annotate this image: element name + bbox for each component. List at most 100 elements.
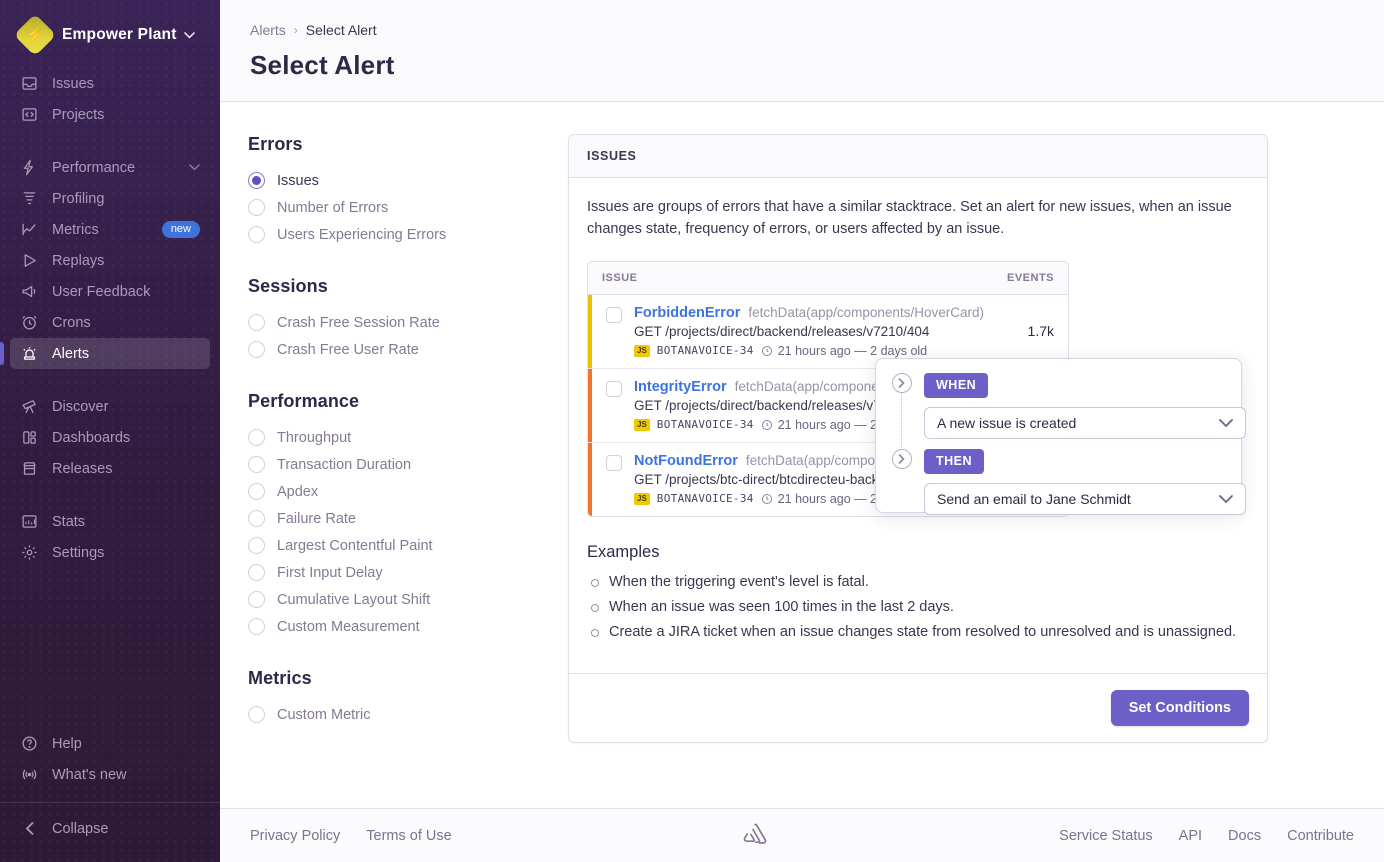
radio-label: Custom Metric bbox=[277, 707, 370, 723]
org-name: Empower Plant bbox=[62, 26, 177, 44]
docs-link[interactable]: Docs bbox=[1228, 828, 1261, 844]
then-action-value: Send an email to Jane Schmidt bbox=[937, 491, 1131, 507]
sentry-org-logo: ⚡ bbox=[14, 14, 56, 56]
sidebar-item-whats-new[interactable]: What's new bbox=[10, 759, 210, 790]
sidebar-item-label: Crons bbox=[52, 315, 91, 331]
content: Errors Issues Number of Errors Users Exp… bbox=[220, 102, 1384, 808]
collapse-button[interactable]: Collapse bbox=[10, 813, 210, 844]
sidebar-item-label: Alerts bbox=[52, 346, 89, 362]
radio-label: Users Experiencing Errors bbox=[277, 227, 446, 243]
sentry-logo-icon bbox=[742, 822, 768, 850]
sidebar-item-issues[interactable]: Issues bbox=[10, 68, 210, 99]
radio-crash-free-session-rate[interactable]: Crash Free Session Rate bbox=[248, 309, 568, 336]
sidebar-item-label: Settings bbox=[52, 545, 104, 561]
radio-custom-metric[interactable]: Custom Metric bbox=[248, 701, 568, 728]
examples-section: Examples When the triggering event's lev… bbox=[587, 543, 1249, 640]
sidebar-item-alerts[interactable]: Alerts bbox=[10, 338, 210, 369]
issue-checkbox[interactable] bbox=[606, 455, 622, 471]
when-condition-value: A new issue is created bbox=[937, 415, 1076, 431]
sidebar-item-performance[interactable]: Performance bbox=[10, 152, 210, 183]
then-badge: THEN bbox=[924, 449, 984, 474]
radio-label: Crash Free Session Rate bbox=[277, 315, 440, 331]
radio-largest-contentful-paint[interactable]: Largest Contentful Paint bbox=[248, 532, 568, 559]
js-platform-icon: JS bbox=[634, 345, 650, 357]
clock-icon bbox=[761, 345, 773, 357]
radio-label: Apdex bbox=[277, 484, 318, 500]
radio-label: Crash Free User Rate bbox=[277, 342, 419, 358]
sidebar-item-dashboards[interactable]: Dashboards bbox=[10, 422, 210, 453]
radio-label: Throughput bbox=[277, 430, 351, 446]
radio-icon bbox=[248, 537, 265, 554]
issue-culprit: fetchData(app/components/HoverCard) bbox=[748, 305, 984, 320]
issue-title-link[interactable]: IntegrityError bbox=[634, 379, 727, 395]
sidebar-item-label: Projects bbox=[52, 107, 104, 123]
sidebar-item-replays[interactable]: Replays bbox=[10, 245, 210, 276]
radio-custom-measurement[interactable]: Custom Measurement bbox=[248, 613, 568, 640]
main-area: Alerts › Select Alert Select Alert Error… bbox=[220, 0, 1384, 862]
radio-number-of-errors[interactable]: Number of Errors bbox=[248, 194, 568, 221]
sidebar-item-label: Dashboards bbox=[52, 430, 130, 446]
radio-transaction-duration[interactable]: Transaction Duration bbox=[248, 451, 568, 478]
contribute-link[interactable]: Contribute bbox=[1287, 828, 1354, 844]
sidebar-item-settings[interactable]: Settings bbox=[10, 537, 210, 568]
radio-failure-rate[interactable]: Failure Rate bbox=[248, 505, 568, 532]
sidebar-item-help[interactable]: Help bbox=[10, 728, 210, 759]
panel-header: ISSUES bbox=[569, 135, 1267, 178]
chevron-down-icon bbox=[1219, 495, 1233, 504]
sidebar-item-metrics[interactable]: Metrics new bbox=[10, 214, 210, 245]
radio-label: Failure Rate bbox=[277, 511, 356, 527]
radio-cumulative-layout-shift[interactable]: Cumulative Layout Shift bbox=[248, 586, 568, 613]
issue-age: 21 hours ago — 2 days old bbox=[778, 344, 927, 358]
sidebar-item-label: Discover bbox=[52, 399, 108, 415]
radio-icon bbox=[248, 618, 265, 635]
privacy-policy-link[interactable]: Privacy Policy bbox=[250, 828, 340, 844]
sidebar-item-label: Releases bbox=[52, 461, 112, 477]
set-conditions-button[interactable]: Set Conditions bbox=[1111, 690, 1249, 726]
sidebar-item-discover[interactable]: Discover bbox=[10, 391, 210, 422]
when-condition-select[interactable]: A new issue is created bbox=[924, 407, 1246, 439]
chevron-right-circle-icon bbox=[892, 449, 912, 469]
sidebar-item-projects[interactable]: Projects bbox=[10, 99, 210, 130]
sidebar-item-profiling[interactable]: Profiling bbox=[10, 183, 210, 214]
sidebar-item-label: User Feedback bbox=[52, 284, 150, 300]
radio-crash-free-user-rate[interactable]: Crash Free User Rate bbox=[248, 336, 568, 363]
radio-first-input-delay[interactable]: First Input Delay bbox=[248, 559, 568, 586]
sidebar-item-label: Help bbox=[52, 736, 82, 752]
radio-apdex[interactable]: Apdex bbox=[248, 478, 568, 505]
projects-icon bbox=[20, 106, 38, 124]
then-action-select[interactable]: Send an email to Jane Schmidt bbox=[924, 483, 1246, 515]
radio-users-experiencing-errors[interactable]: Users Experiencing Errors bbox=[248, 221, 568, 248]
issue-title-link[interactable]: NotFoundError bbox=[634, 453, 738, 469]
issues-icon bbox=[20, 75, 38, 93]
issue-checkbox[interactable] bbox=[606, 381, 622, 397]
sidebar-item-label: Collapse bbox=[52, 821, 108, 837]
radio-issues[interactable]: Issues bbox=[248, 167, 568, 194]
sidebar-item-label: What's new bbox=[52, 767, 127, 783]
group-title: Performance bbox=[248, 391, 568, 412]
sidebar-item-label: Profiling bbox=[52, 191, 104, 207]
radio-icon bbox=[248, 226, 265, 243]
sidebar-item-user-feedback[interactable]: User Feedback bbox=[10, 276, 210, 307]
chevron-left-icon bbox=[20, 820, 38, 838]
org-switcher[interactable]: ⚡ Empower Plant bbox=[0, 0, 220, 68]
service-status-link[interactable]: Service Status bbox=[1059, 828, 1153, 844]
breadcrumb-current: Select Alert bbox=[306, 22, 377, 38]
radio-throughput[interactable]: Throughput bbox=[248, 424, 568, 451]
terms-of-use-link[interactable]: Terms of Use bbox=[366, 828, 451, 844]
issue-title-link[interactable]: ForbiddenError bbox=[634, 305, 740, 321]
sidebar-item-releases[interactable]: Releases bbox=[10, 453, 210, 484]
stats-icon bbox=[20, 513, 38, 531]
js-platform-icon: JS bbox=[634, 493, 650, 505]
radio-icon bbox=[248, 510, 265, 527]
api-link[interactable]: API bbox=[1179, 828, 1202, 844]
sidebar-item-stats[interactable]: Stats bbox=[10, 506, 210, 537]
options-group-errors: Errors Issues Number of Errors Users Exp… bbox=[248, 134, 568, 248]
level-bar bbox=[588, 295, 592, 368]
issue-checkbox[interactable] bbox=[606, 307, 622, 323]
example-item: When the triggering event's level is fat… bbox=[587, 574, 1249, 590]
level-bar bbox=[588, 369, 592, 442]
group-title: Metrics bbox=[248, 668, 568, 689]
sidebar-item-crons[interactable]: Crons bbox=[10, 307, 210, 338]
alert-type-options: Errors Issues Number of Errors Users Exp… bbox=[248, 134, 568, 808]
breadcrumb-alerts[interactable]: Alerts bbox=[250, 22, 286, 38]
